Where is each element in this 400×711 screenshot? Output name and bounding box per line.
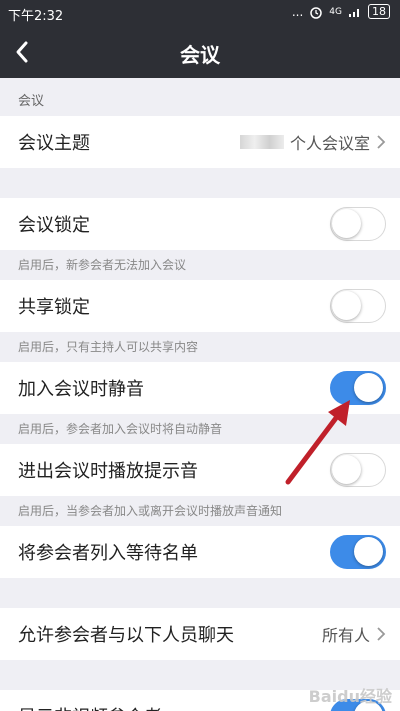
toggle-knob (332, 291, 361, 320)
non-video-label: 显示非视频参会者 (18, 703, 330, 711)
topic-value: 个人会议室 (239, 130, 386, 154)
waiting-room-row: 将参会者列入等待名单 (0, 526, 400, 578)
status-icons: ... 4G 18 (292, 4, 390, 19)
toggle-knob (354, 373, 383, 402)
alarm-icon (310, 6, 323, 19)
lock-meeting-row: 会议锁定 (0, 198, 400, 250)
chime-toggle[interactable] (330, 453, 386, 487)
watermark: Baidu经验 (308, 687, 392, 706)
status-time: 下午2:32 (8, 9, 64, 24)
waiting-room-toggle[interactable] (330, 535, 386, 569)
battery-icon: 18 (368, 4, 390, 19)
status-bar: 下午2:32 ... 4G 18 (0, 0, 400, 26)
mute-on-join-row: 加入会议时静音 (0, 362, 400, 414)
mute-on-join-label: 加入会议时静音 (18, 379, 144, 400)
lock-meeting-hint: 启用后，新参会者无法加入会议 (18, 258, 187, 272)
network-label: 4G (329, 6, 342, 17)
chat-value-text: 所有人 (321, 626, 370, 645)
chat-value: 所有人 (322, 622, 386, 646)
toggle-knob (332, 209, 361, 238)
topic-label: 会议主题 (18, 133, 90, 154)
waiting-room-label: 将参会者列入等待名单 (18, 543, 198, 564)
topic-value-text: 个人会议室 (289, 134, 370, 153)
toggle-knob (354, 537, 383, 566)
signal-icon (349, 8, 359, 17)
lock-share-row: 共享锁定 (0, 280, 400, 332)
toggle-knob (332, 455, 361, 484)
nav-bar: 会议 (0, 26, 400, 78)
mute-on-join-hint: 启用后，参会者加入会议时将自动静音 (18, 422, 223, 436)
chime-row: 进出会议时播放提示音 (0, 444, 400, 496)
redacted-text (239, 135, 284, 149)
chevron-right-icon (377, 627, 386, 641)
chevron-right-icon (377, 135, 386, 149)
topic-row[interactable]: 会议主题 个人会议室 (0, 116, 400, 168)
section-header: 会议 (18, 94, 45, 109)
chat-row[interactable]: 允许参会者与以下人员聊天 所有人 (0, 608, 400, 660)
mute-on-join-toggle[interactable] (330, 371, 386, 405)
lock-share-toggle[interactable] (330, 289, 386, 323)
page-title: 会议 (180, 43, 220, 67)
lock-share-label: 共享锁定 (18, 297, 90, 318)
chime-label: 进出会议时播放提示音 (18, 461, 198, 482)
lock-meeting-label: 会议锁定 (18, 215, 90, 236)
lock-share-hint: 启用后，只有主持人可以共享内容 (18, 340, 199, 354)
settings-list: 会议 会议主题 个人会议室 会议锁定 启用后，新参会者无法加入会议 共享锁定 启… (0, 78, 400, 711)
chime-hint: 启用后，当参会者加入或离开会议时播放声音通知 (18, 504, 283, 518)
lock-meeting-toggle[interactable] (330, 207, 386, 241)
chat-label: 允许参会者与以下人员聊天 (18, 625, 234, 646)
notification-dots: ... (291, 4, 304, 19)
